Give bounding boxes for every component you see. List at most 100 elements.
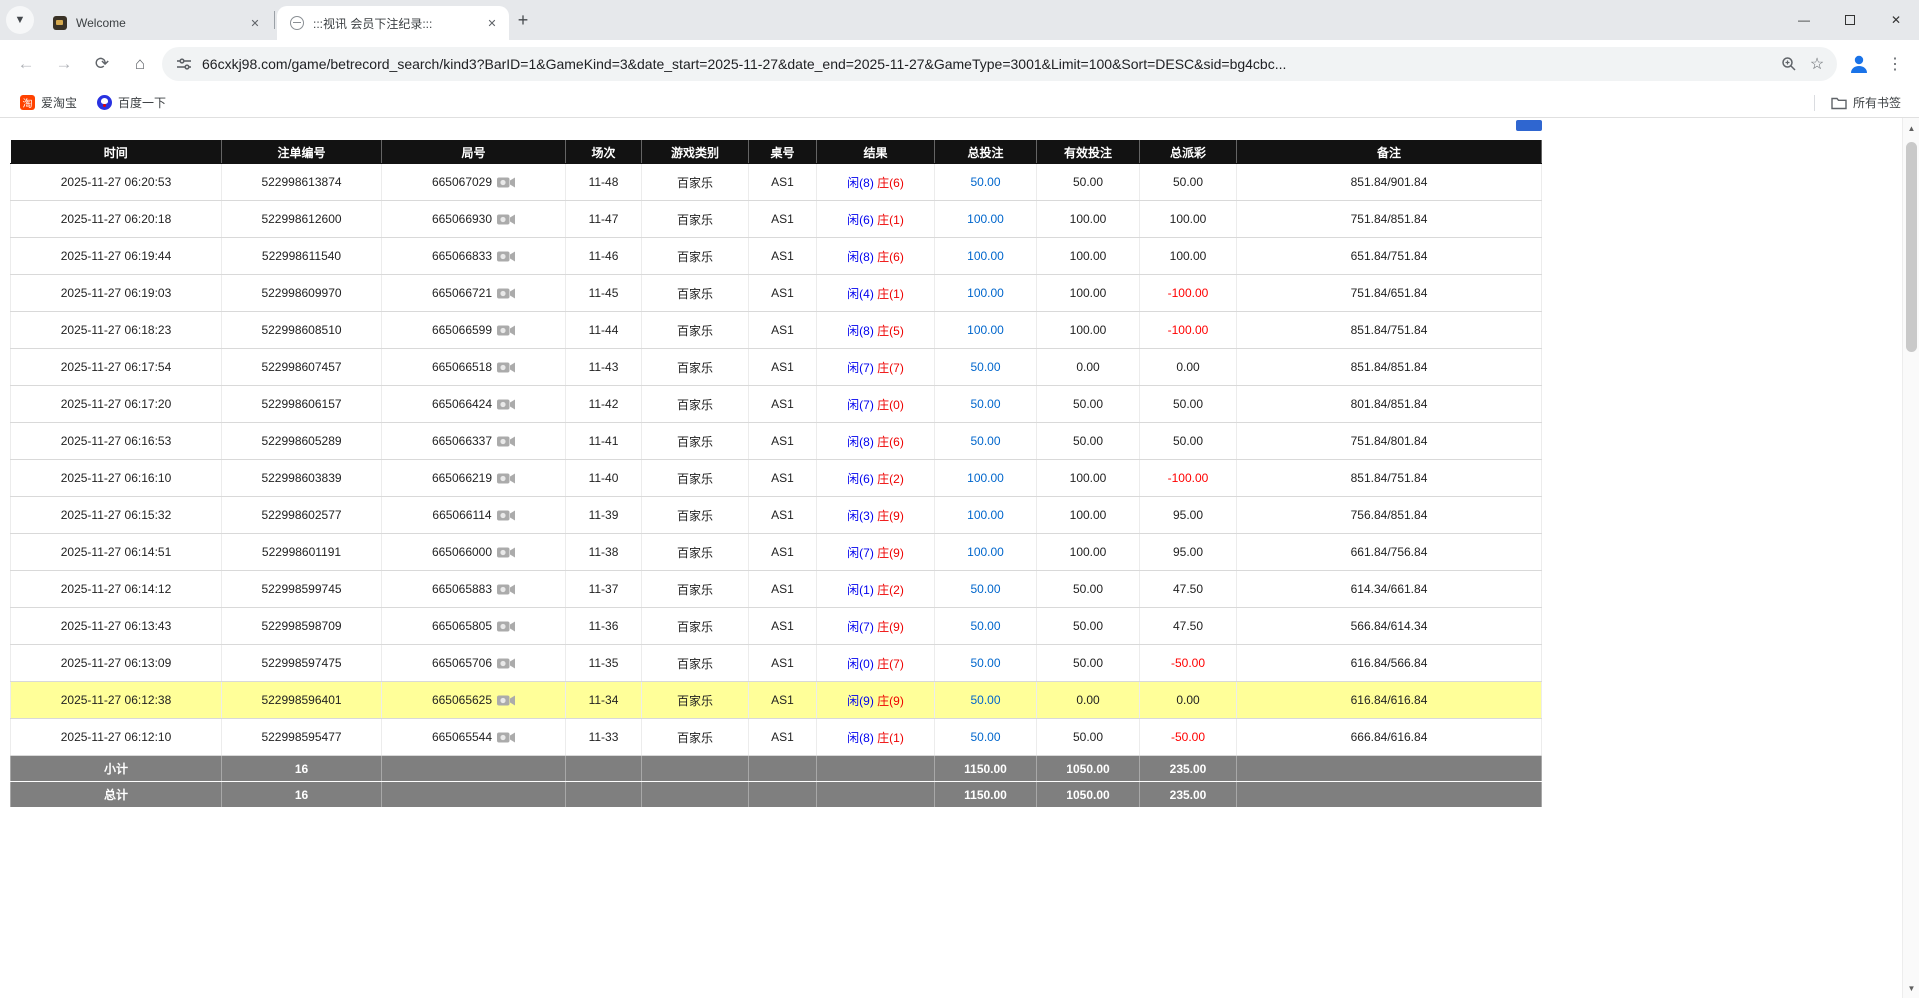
close-window-button[interactable]: ✕ — [1873, 0, 1919, 40]
bet-row: 2025-11-27 06:14:12522998599745665065883… — [11, 571, 1542, 608]
site-settings-icon[interactable] — [174, 54, 194, 74]
cell-result: 闲(7) 庄(9) — [817, 534, 935, 571]
banker-result: 庄(6) — [877, 176, 904, 190]
total-bet-link[interactable]: 50.00 — [970, 582, 1000, 596]
cell-total-bet: 100.00 — [935, 238, 1037, 275]
url-bar[interactable]: 66cxkj98.com/game/betrecord_search/kind3… — [162, 47, 1837, 81]
menu-kebab-icon[interactable]: ⋮ — [1881, 50, 1909, 78]
total-row: 总计 16 1150.00 1050.00 235.00 — [11, 782, 1542, 808]
total-bet-link[interactable]: 50.00 — [970, 619, 1000, 633]
tab-bet-record[interactable]: :::视讯 会员下注纪录::: ✕ — [277, 6, 509, 40]
cell-payout: -100.00 — [1140, 460, 1237, 497]
total-bet-link[interactable]: 50.00 — [970, 693, 1000, 707]
back-button[interactable]: ← — [10, 48, 42, 80]
bookmark-star-icon[interactable]: ☆ — [1807, 54, 1827, 74]
total-bet-link[interactable]: 50.00 — [970, 397, 1000, 411]
minimize-button[interactable]: — — [1781, 0, 1827, 40]
cell-time: 2025-11-27 06:17:54 — [11, 349, 222, 386]
video-replay-icon[interactable] — [497, 731, 515, 744]
column-header: 备注 — [1237, 141, 1542, 164]
welcome-favicon-icon — [52, 15, 68, 31]
cell-game-type: 百家乐 — [642, 682, 749, 719]
video-replay-icon[interactable] — [497, 472, 515, 485]
cell-payout: 0.00 — [1140, 349, 1237, 386]
bookmark-baidu[interactable]: 百度一下 — [89, 91, 174, 115]
scroll-down-icon[interactable]: ▼ — [1903, 980, 1919, 996]
close-tab-icon[interactable]: ✕ — [246, 14, 264, 32]
player-result: 闲(1) — [847, 583, 874, 597]
total-bet-link[interactable]: 50.00 — [970, 730, 1000, 744]
bet-row: 2025-11-27 06:20:18522998612600665066930… — [11, 201, 1542, 238]
video-replay-icon[interactable] — [497, 324, 515, 337]
cell-bet-id: 522998609970 — [222, 275, 382, 312]
video-replay-icon[interactable] — [497, 620, 515, 633]
cell-total-bet: 50.00 — [935, 386, 1037, 423]
cell-result: 闲(7) 庄(9) — [817, 608, 935, 645]
total-bet-link[interactable]: 50.00 — [970, 360, 1000, 374]
cell-valid-bet: 100.00 — [1037, 238, 1140, 275]
cell-payout: -100.00 — [1140, 275, 1237, 312]
cell-total-bet: 50.00 — [935, 349, 1037, 386]
cell-round: 665065706 — [382, 645, 566, 682]
tab-search-button[interactable]: ▼ — [6, 6, 34, 34]
forward-button[interactable]: → — [48, 48, 80, 80]
cell-total-bet: 50.00 — [935, 719, 1037, 756]
video-replay-icon[interactable] — [497, 176, 515, 189]
reload-button[interactable]: ⟳ — [86, 48, 118, 80]
cell-valid-bet: 100.00 — [1037, 275, 1140, 312]
maximize-icon — [1845, 15, 1855, 25]
url-text[interactable]: 66cxkj98.com/game/betrecord_search/kind3… — [202, 56, 1771, 72]
profile-avatar[interactable] — [1843, 48, 1875, 80]
maximize-button[interactable] — [1827, 0, 1873, 40]
video-replay-icon[interactable] — [497, 213, 515, 226]
cell-table-no: AS1 — [749, 497, 817, 534]
zoom-icon[interactable] — [1779, 54, 1799, 74]
video-replay-icon[interactable] — [497, 435, 515, 448]
bet-row: 2025-11-27 06:13:09522998597475665065706… — [11, 645, 1542, 682]
column-header: 总投注 — [935, 141, 1037, 164]
total-bet-link[interactable]: 100.00 — [967, 545, 1004, 559]
bet-row: 2025-11-27 06:19:03522998609970665066721… — [11, 275, 1542, 312]
total-bet-link[interactable]: 100.00 — [967, 471, 1004, 485]
vertical-scrollbar[interactable]: ▲ ▼ — [1902, 118, 1919, 998]
video-replay-icon[interactable] — [497, 361, 515, 374]
taobao-icon: 淘 — [20, 95, 35, 110]
scrollbar-thumb[interactable] — [1906, 142, 1917, 352]
home-button[interactable]: ⌂ — [124, 48, 156, 80]
cell-session: 11-40 — [566, 460, 642, 497]
video-replay-icon[interactable] — [497, 546, 515, 559]
cell-remark: 801.84/851.84 — [1237, 386, 1542, 423]
video-replay-icon[interactable] — [497, 398, 515, 411]
all-bookmarks-button[interactable]: 所有书签 — [1825, 94, 1907, 111]
total-bet-link[interactable]: 50.00 — [970, 656, 1000, 670]
browser-window: ▼ Welcome ✕ :::视讯 会员下注纪录::: ✕ + — ✕ ← → … — [0, 0, 1919, 999]
total-bet-link[interactable]: 100.00 — [967, 249, 1004, 263]
bookmark-taobao[interactable]: 淘 爱淘宝 — [12, 91, 85, 115]
video-replay-icon[interactable] — [497, 694, 515, 707]
cell-result: 闲(8) 庄(6) — [817, 238, 935, 275]
total-bet-link[interactable]: 100.00 — [967, 323, 1004, 337]
video-replay-icon[interactable] — [497, 250, 515, 263]
video-replay-icon[interactable] — [497, 287, 515, 300]
video-replay-icon[interactable] — [497, 657, 515, 670]
video-replay-icon[interactable] — [497, 583, 515, 596]
total-bet-link[interactable]: 50.00 — [970, 175, 1000, 189]
total-bet-link[interactable]: 100.00 — [967, 508, 1004, 522]
cell-remark: 616.84/566.84 — [1237, 645, 1542, 682]
video-replay-icon[interactable] — [497, 509, 515, 522]
cell-table-no: AS1 — [749, 238, 817, 275]
scroll-up-icon[interactable]: ▲ — [1903, 120, 1919, 136]
cell-bet-id: 522998605289 — [222, 423, 382, 460]
cell-session: 11-38 — [566, 534, 642, 571]
tab-welcome[interactable]: Welcome ✕ — [40, 6, 272, 40]
total-bet-link[interactable]: 50.00 — [970, 434, 1000, 448]
cell-valid-bet: 0.00 — [1037, 682, 1140, 719]
total-bet-link[interactable]: 100.00 — [967, 286, 1004, 300]
cell-table-no: AS1 — [749, 682, 817, 719]
payout-value: 95.00 — [1173, 508, 1203, 522]
total-bet-link[interactable]: 100.00 — [967, 212, 1004, 226]
cell-round: 665066721 — [382, 275, 566, 312]
partial-button[interactable] — [1516, 120, 1542, 131]
new-tab-button[interactable]: + — [509, 6, 537, 34]
close-tab-icon[interactable]: ✕ — [483, 14, 501, 32]
